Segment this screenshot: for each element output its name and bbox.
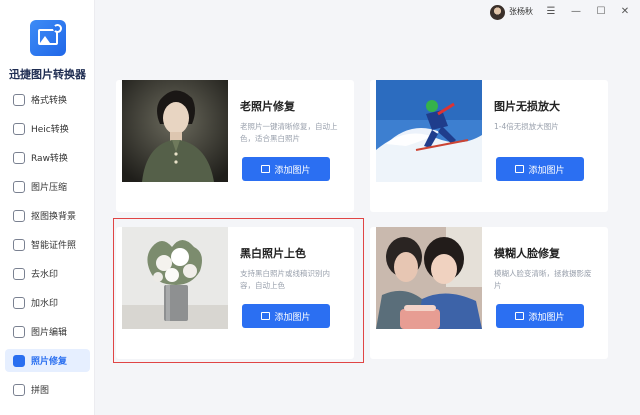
sample-image-portrait xyxy=(122,80,228,182)
sidebar-item-label: 图片编辑 xyxy=(31,328,68,338)
edit-icon xyxy=(13,325,25,338)
sidebar-item-cutout[interactable]: 抠图换背景 xyxy=(5,204,90,227)
sidebar-item-label: Heic转换 xyxy=(31,125,69,135)
add-image-label: 添加图片 xyxy=(528,165,565,176)
avatar[interactable] xyxy=(490,5,505,20)
add-image-button[interactable]: 添加图片 xyxy=(496,157,584,181)
heic-icon xyxy=(13,122,25,135)
card-blurry-face-repair[interactable]: 模糊人脸修复 模糊人脸变清晰，拯救摄影废片 添加图片 xyxy=(370,227,608,359)
remove-watermark-icon xyxy=(13,267,25,280)
sample-image-skier xyxy=(376,80,482,182)
add-image-label: 添加图片 xyxy=(274,165,311,176)
sidebar-item-label: 拼图 xyxy=(31,386,50,396)
format-convert-icon xyxy=(13,93,25,106)
sidebar-item-label: 去水印 xyxy=(31,270,59,280)
sidebar-item-heic[interactable]: Heic转换 xyxy=(5,117,90,140)
card-old-photo-repair[interactable]: 老照片修复 老照片一键清晰修复，自动上色，适合黑白照片 添加图片 xyxy=(116,80,354,212)
sidebar-item-format-convert[interactable]: 格式转换 xyxy=(5,88,90,111)
sidebar-item-id-photo[interactable]: 智能证件照 xyxy=(5,233,90,256)
username[interactable]: 张杨秋 xyxy=(509,6,533,17)
sidebar-item-label: 格式转换 xyxy=(31,96,68,106)
card-desc: 模糊人脸变清晰，拯救摄影废片 xyxy=(494,269,592,290)
card-title: 图片无损放大 xyxy=(494,100,560,113)
compress-icon xyxy=(13,180,25,193)
minimize-icon[interactable]: — xyxy=(568,4,584,20)
add-image-label: 添加图片 xyxy=(528,312,565,323)
photo-repair-icon xyxy=(13,354,25,367)
image-icon xyxy=(261,165,271,173)
sidebar-item-label: 加水印 xyxy=(31,299,59,309)
sidebar-item-photo-repair[interactable]: 照片修复 xyxy=(5,349,90,372)
card-title: 模糊人脸修复 xyxy=(494,247,560,260)
close-icon[interactable]: ✕ xyxy=(617,4,633,20)
selection-highlight xyxy=(113,218,364,363)
id-photo-icon xyxy=(13,238,25,251)
sidebar-item-label: 图片压缩 xyxy=(31,183,68,193)
sidebar-item-label: 照片修复 xyxy=(31,357,68,367)
card-image-upscale[interactable]: 图片无损放大 1-4倍无损放大图片 添加图片 xyxy=(370,80,608,212)
cutout-icon xyxy=(13,209,25,222)
sidebar-item-add-watermark[interactable]: 加水印 xyxy=(5,291,90,314)
sidebar-item-label: 抠图换背景 xyxy=(31,212,77,222)
sidebar-nav: 格式转换 Heic转换 Raw转换 图片压缩 抠图换背景 智能证件照 去水印 加… xyxy=(0,88,95,407)
card-title: 老照片修复 xyxy=(240,100,295,113)
sidebar-item-edit[interactable]: 图片编辑 xyxy=(5,320,90,343)
sidebar: 迅捷图片转换器 格式转换 Heic转换 Raw转换 图片压缩 抠图换背景 智能证… xyxy=(0,0,95,415)
app-name: 迅捷图片转换器 xyxy=(9,68,86,81)
app-logo: 迅捷图片转换器 xyxy=(0,20,95,82)
add-watermark-icon xyxy=(13,296,25,309)
image-icon xyxy=(515,165,525,173)
title-bar: 张杨秋 ☰ — ☐ ✕ xyxy=(96,0,640,24)
card-desc: 老照片一键清晰修复，自动上色，适合黑白照片 xyxy=(240,122,338,143)
image-icon xyxy=(515,312,525,320)
sample-image-couple xyxy=(376,227,482,329)
collage-icon xyxy=(13,383,25,396)
sidebar-item-collage[interactable]: 拼图 xyxy=(5,378,90,401)
sidebar-item-remove-watermark[interactable]: 去水印 xyxy=(5,262,90,285)
sidebar-item-raw[interactable]: Raw转换 xyxy=(5,146,90,169)
add-image-button[interactable]: 添加图片 xyxy=(496,304,584,328)
sidebar-item-label: Raw转换 xyxy=(31,154,68,164)
menu-icon[interactable]: ☰ xyxy=(543,4,559,20)
raw-icon xyxy=(13,151,25,164)
sidebar-item-label: 智能证件照 xyxy=(31,241,77,251)
maximize-icon[interactable]: ☐ xyxy=(593,4,609,20)
add-image-button[interactable]: 添加图片 xyxy=(242,157,330,181)
sidebar-item-compress[interactable]: 图片压缩 xyxy=(5,175,90,198)
card-desc: 1-4倍无损放大图片 xyxy=(494,122,559,131)
app-logo-icon xyxy=(29,20,66,56)
